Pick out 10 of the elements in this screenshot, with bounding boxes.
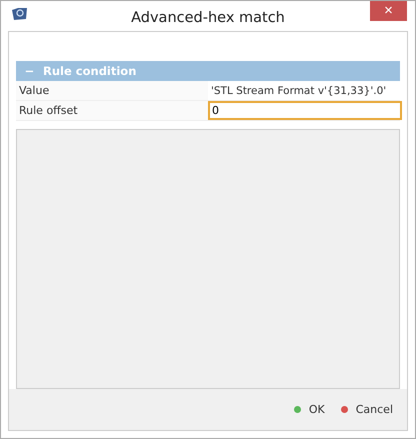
property-label: Value	[16, 81, 208, 100]
property-value: 'STL Stream Format v'{31,33}'.0'	[210, 84, 388, 96]
folder-icon	[12, 7, 28, 21]
window-title: Advanced-hex match	[131, 9, 285, 26]
property-label: Rule offset	[16, 101, 208, 120]
rule-offset-field[interactable]: 0	[208, 101, 402, 120]
section-title: Rule condition	[43, 64, 136, 78]
dialog-button[interactable]: OK	[290, 401, 329, 418]
close-button[interactable]: ×	[370, 1, 407, 21]
dialog-button[interactable]: Cancel	[336, 401, 397, 418]
